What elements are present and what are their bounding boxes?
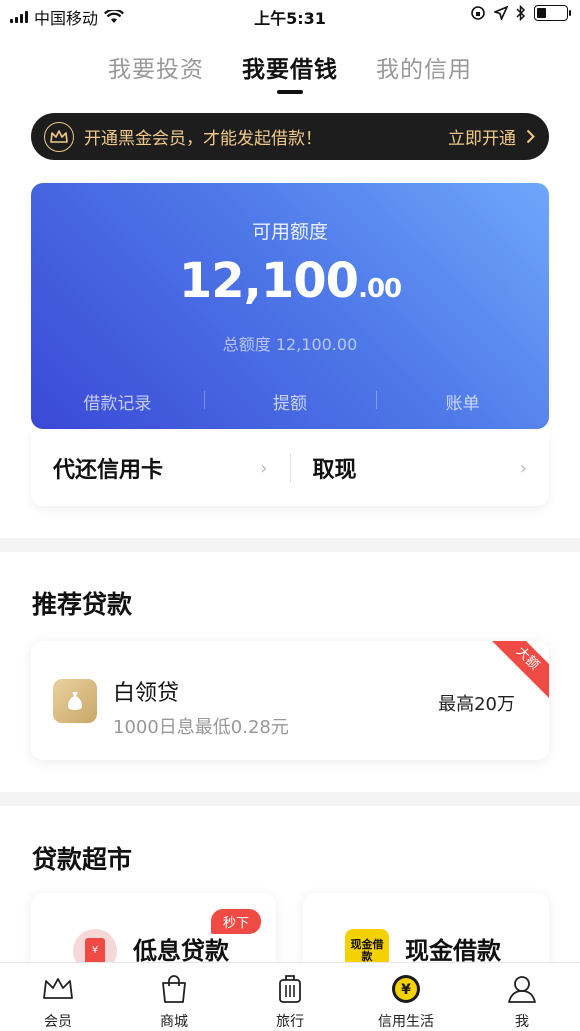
nav-travel[interactable]: 旅行	[232, 963, 348, 1031]
nav-mall[interactable]: 商城	[116, 963, 232, 1031]
market-item-low-interest[interactable]: ¥ 低息贷款 秒下	[31, 893, 276, 973]
recommend-title: 推荐贷款	[32, 590, 133, 619]
yen-coin-icon: ¥	[391, 973, 421, 1005]
chevron-right-icon: ›	[260, 457, 268, 479]
location-icon	[494, 6, 508, 20]
bottom-nav: 会员 商城 旅行 ¥ 信用生活 我	[0, 962, 580, 1031]
amount-decimal: .00	[358, 274, 402, 304]
crown-icon	[44, 121, 74, 152]
repay-credit-card-label: 代还信用卡	[53, 458, 164, 483]
loan-max: 最高20万	[438, 694, 515, 715]
vip-open-label: 立即开通	[448, 129, 516, 149]
shopping-bag-icon	[160, 973, 188, 1005]
nav-member[interactable]: 会员	[0, 963, 116, 1031]
section-divider	[0, 792, 580, 806]
crown-icon	[42, 973, 74, 1005]
loan-desc: 1000日息最低0.28元	[113, 717, 289, 738]
section-divider	[0, 538, 580, 552]
market-item-badge: 秒下	[210, 909, 261, 934]
status-bar: 中国移动 上午5:31	[0, 0, 580, 30]
top-tabs: 我要投资 我要借钱 我的信用	[0, 50, 580, 96]
cash-withdraw-label: 取现	[312, 458, 357, 483]
available-credit-amount: 12,100.00	[31, 253, 549, 309]
bills-link[interactable]: 账单	[376, 389, 549, 414]
tab-credit-label: 我的信用	[376, 57, 472, 83]
credit-card: 可用额度 12,100.00 总额度 12,100.00 借款记录 提额 账单	[31, 183, 549, 429]
market-item-name: 现金借款	[405, 937, 501, 965]
red-envelope-glyph: ¥	[85, 938, 105, 964]
nav-member-label: 会员	[44, 1014, 72, 1030]
repay-credit-card-button[interactable]: 代还信用卡 ›	[31, 452, 290, 484]
status-right	[470, 5, 571, 21]
luggage-icon	[277, 973, 303, 1005]
bluetooth-icon	[516, 5, 526, 21]
nav-travel-label: 旅行	[276, 1014, 304, 1030]
rotation-lock-icon	[471, 6, 485, 20]
nav-credit-life[interactable]: ¥ 信用生活	[348, 963, 464, 1031]
user-icon	[507, 973, 537, 1005]
chevron-right-icon	[526, 129, 535, 144]
svg-text:¥: ¥	[401, 982, 411, 998]
nav-me[interactable]: 我	[464, 963, 580, 1031]
tab-borrow[interactable]: 我要借钱	[242, 50, 338, 96]
nav-credit-life-label: 信用生活	[378, 1014, 434, 1030]
nav-me-label: 我	[515, 1014, 529, 1030]
page: 中国移动 上午5:31 我要投资 我要借钱 我的信用 开通黑金会员，才能发起借款…	[0, 0, 580, 1031]
tab-invest[interactable]: 我要投资	[108, 50, 204, 96]
chevron-right-icon: ›	[519, 457, 527, 479]
tab-credit[interactable]: 我的信用	[376, 50, 472, 96]
borrow-records-link[interactable]: 借款记录	[31, 389, 204, 414]
total-credit: 总额度 12,100.00	[222, 335, 358, 354]
vip-banner[interactable]: 开通黑金会员，才能发起借款！ 立即开通	[31, 113, 549, 160]
credit-links: 借款记录 提额 账单	[31, 389, 549, 414]
battery-icon	[534, 5, 571, 21]
cash-withdraw-button[interactable]: 取现 ›	[291, 452, 550, 484]
market-item-cash-loan[interactable]: 现金借款 现金借款	[303, 893, 549, 973]
amount-integer: 12,100	[178, 253, 359, 309]
loan-name: 白领贷	[113, 681, 180, 706]
tab-borrow-label: 我要借钱	[242, 57, 338, 83]
tab-invest-label: 我要投资	[108, 57, 204, 83]
available-credit-label: 可用额度	[251, 221, 328, 243]
vip-banner-text: 开通黑金会员，才能发起借款！	[84, 129, 322, 149]
market-title: 贷款超市	[32, 845, 133, 874]
raise-limit-link[interactable]: 提额	[203, 389, 377, 414]
loan-card-bailingdai[interactable]: 白领贷 1000日息最低0.28元 最高20万 大额	[31, 641, 549, 760]
quick-actions: 代还信用卡 › 取现 ›	[31, 430, 549, 506]
money-bag-icon	[53, 679, 97, 723]
nav-mall-label: 商城	[160, 1014, 188, 1030]
active-tab-indicator	[277, 90, 303, 94]
vip-open-button[interactable]: 立即开通	[448, 124, 535, 149]
market-item-name: 低息贷款	[133, 937, 229, 965]
